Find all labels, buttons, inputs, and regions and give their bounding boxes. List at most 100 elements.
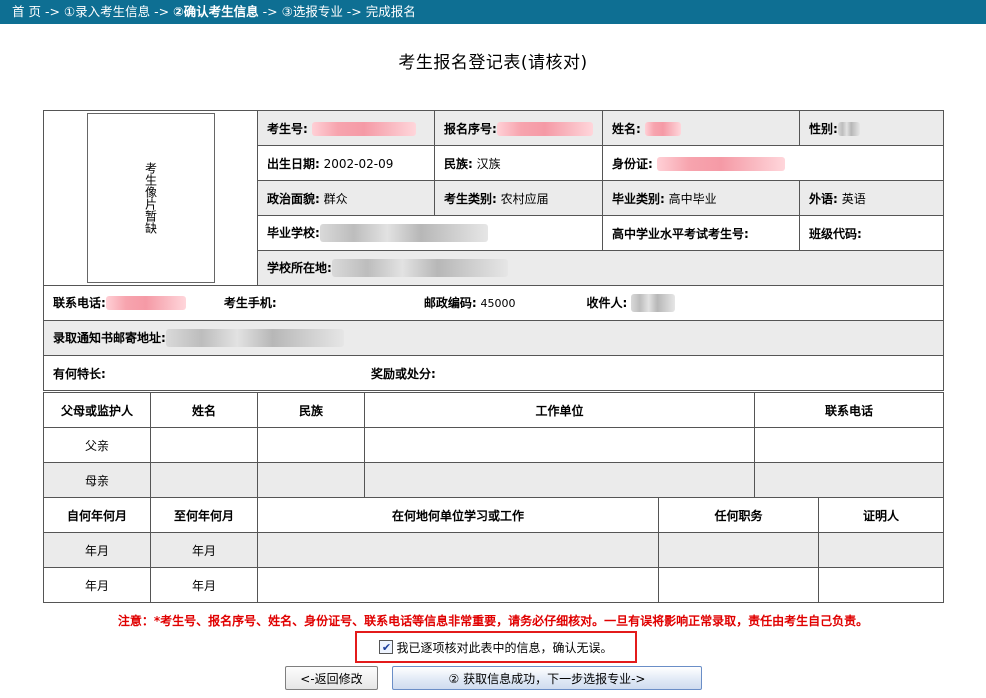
breadcrumb-separator: -> [258, 4, 282, 19]
family-header-name: 姓名 [150, 392, 258, 428]
gender-cell: 性别: [799, 110, 945, 146]
resume-header-to: 至何年何月 [150, 497, 258, 533]
photo-placeholder: 考生像片暂缺 [86, 113, 215, 283]
lang-value: 英语 [841, 191, 866, 206]
nation-value: 汉族 [476, 156, 501, 171]
specialty-label: 有何特长: [53, 366, 106, 381]
class-cell: 班级代码: [799, 215, 945, 251]
class-label: 班级代码: [809, 226, 862, 241]
reg-no-cell: 报名序号: [434, 110, 604, 146]
registration-form-table: 考生像片暂缺 考生号: 报名序号: 姓名: 性别: 出生日期: 2002-02-… [42, 110, 945, 391]
breadcrumb-separator: -> [40, 4, 64, 19]
resume-cell [257, 567, 659, 603]
family-cell [754, 462, 944, 498]
family-table: 父母或监护人 姓名 民族 工作单位 联系电话 父亲 母亲 [43, 392, 944, 498]
table-row: 年月 年月 [43, 532, 944, 568]
resume-cell [658, 567, 819, 603]
nation-cell: 民族: 汉族 [434, 145, 604, 181]
table-row: 母亲 [43, 462, 944, 498]
birth-value: 2002-02-09 [323, 156, 394, 171]
breadcrumb-step-finish: 完成报名 [365, 4, 416, 19]
confirm-text[interactable]: 我已逐项核对此表中的信息，确认无误。 [396, 639, 612, 656]
gender-redacted [837, 122, 860, 136]
resume-cell [818, 532, 944, 568]
resume-from: 年月 [43, 567, 151, 603]
family-cell [364, 462, 755, 498]
address-cell: 录取通知书邮寄地址: [42, 320, 945, 356]
id-cell: 身份证: [602, 145, 945, 181]
resume-cell [658, 532, 819, 568]
name-cell: 姓名: [602, 110, 801, 146]
id-label: 身份证: [612, 156, 653, 171]
specialty-cell: 有何特长: 奖励或处分: [42, 355, 945, 391]
phone-redacted [105, 296, 186, 311]
resume-to: 年月 [150, 532, 258, 568]
breadcrumb-step-choose-major: ③选报专业 [281, 4, 343, 19]
family-relation-mother: 母亲 [43, 462, 151, 498]
political-value: 群众 [323, 191, 348, 206]
resume-cell [818, 567, 944, 603]
breadcrumb-separator: -> [342, 4, 366, 19]
hs-exam-label: 高中学业水平考试考生号: [612, 226, 749, 241]
family-cell [754, 427, 944, 463]
confirm-box: ✔ 我已逐项核对此表中的信息，确认无误。 [355, 631, 637, 663]
reg-no-redacted [496, 122, 593, 136]
lang-cell: 外语: 英语 [799, 180, 945, 216]
family-header-phone: 联系电话 [754, 392, 944, 428]
resume-header-from: 自何年何月 [43, 497, 151, 533]
hs-exam-cell: 高中学业水平考试考生号: [602, 215, 801, 251]
contact-cell: 联系电话: 考生手机: 邮政编码: 45000 收件人: [42, 285, 945, 321]
table-row: 年月 年月 [43, 567, 944, 603]
confirm-checkbox[interactable]: ✔ [379, 640, 394, 654]
page-title: 考生报名登记表(请核对) [398, 53, 588, 73]
photo-cell: 考生像片暂缺 [43, 110, 258, 286]
school-loc-cell: 学校所在地: [256, 250, 945, 286]
resume-table: 自何年何月 至何年何月 在何地何单位学习或工作 任何职务 证明人 年月 年月 年… [43, 497, 944, 603]
school-loc-label: 学校所在地: [267, 260, 332, 275]
family-relation-father: 父亲 [43, 427, 151, 463]
school-label: 毕业学校: [267, 225, 320, 240]
next-button[interactable]: ② 获取信息成功，下一步选报专业-> [392, 666, 702, 690]
breadcrumb: 首 页 -> ①录入考生信息 -> ②确认考生信息 -> ③选报专业 -> 完成… [0, 0, 986, 24]
family-cell [257, 462, 365, 498]
resume-to: 年月 [150, 567, 258, 603]
exam-no-cell: 考生号: [256, 110, 436, 146]
family-cell [364, 427, 755, 463]
table-row: 父亲 [43, 427, 944, 463]
reg-no-label: 报名序号: [444, 121, 497, 136]
address-label: 录取通知书邮寄地址: [53, 330, 166, 345]
gender-label: 性别: [809, 121, 838, 136]
category-label: 考生类别: [444, 191, 497, 206]
category-cell: 考生类别: 农村应届 [434, 180, 604, 216]
family-header-relation: 父母或监护人 [43, 392, 151, 428]
political-cell: 政治面貌: 群众 [256, 180, 436, 216]
name-redacted [644, 122, 681, 136]
family-cell [150, 427, 258, 463]
breadcrumb-step-enter-info: ①录入考生信息 [63, 4, 151, 19]
phone-label: 联系电话: [53, 295, 106, 310]
receiver-label: 收件人: [586, 295, 628, 310]
exam-no-redacted [311, 122, 416, 136]
lang-label: 外语: [809, 191, 838, 206]
nation-label: 民族: [444, 156, 473, 171]
breadcrumb-separator: -> [150, 4, 174, 19]
zip-value: 45000 [480, 296, 516, 310]
birth-label: 出生日期: [267, 156, 320, 171]
birth-cell: 出生日期: 2002-02-09 [256, 145, 436, 181]
grad-type-label: 毕业类别: [612, 191, 665, 206]
notice-text: 注意：*考生号、报名序号、姓名、身份证号、联系电话等信息非常重要，请务必仔细核对… [117, 614, 869, 628]
reward-label: 奖励或处分: [371, 366, 436, 381]
family-header-nation: 民族 [257, 392, 365, 428]
zip-label: 邮政编码: [423, 295, 477, 310]
family-cell [150, 462, 258, 498]
school-loc-redacted [331, 259, 508, 278]
resume-header-position: 任何职务 [658, 497, 819, 533]
political-label: 政治面貌: [267, 191, 320, 206]
school-cell: 毕业学校: [256, 215, 604, 251]
back-button[interactable]: <-返回修改 [285, 666, 378, 690]
breadcrumb-step-confirm-info: ②确认考生信息 [173, 4, 259, 19]
resume-cell [257, 532, 659, 568]
photo-placeholder-text: 考生像片暂缺 [143, 162, 158, 234]
breadcrumb-home[interactable]: 首 页 [12, 4, 41, 19]
id-redacted [656, 157, 785, 171]
